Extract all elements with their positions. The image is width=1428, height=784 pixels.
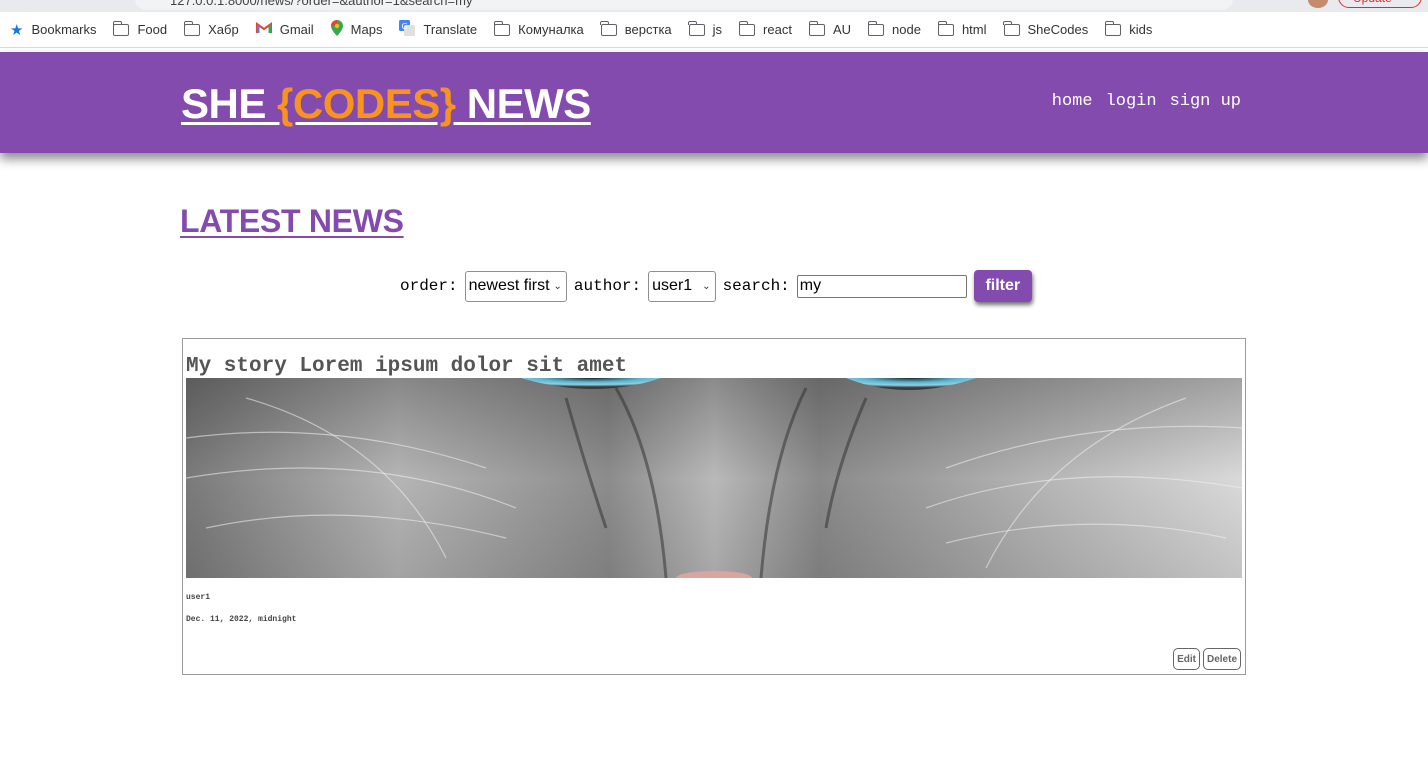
search-label: search: [722,277,790,295]
folder-icon [1003,20,1020,36]
update-button[interactable]: Update [1338,0,1422,8]
logo-text-news: NEWS [455,80,592,127]
news-card: My story Lorem ipsum dolor sit amet user… [182,338,1246,675]
bookmark-verstka[interactable]: верстка [600,20,672,37]
profile-avatar[interactable] [1308,0,1328,8]
site-header: SHE {CODES} NEWS home login sign up [0,52,1428,153]
search-input[interactable] [796,274,967,298]
folder-icon [867,20,885,36]
news-image [186,378,1242,578]
bookmark-maps[interactable]: Maps [330,20,382,39]
author-select-value: user1 [652,277,693,294]
folder-icon [113,20,130,36]
address-url[interactable]: 127.0.0.1:8000/news/?order=&author=1&sea… [170,0,472,8]
bookmark-node[interactable]: node [867,20,921,37]
svg-text:G: G [402,22,408,31]
order-select[interactable]: newest first ⌄ [464,270,567,302]
chevron-down-icon: ⌄ [553,280,562,292]
bookmark-au[interactable]: AU [808,20,851,37]
bookmark-bookmarks[interactable]: ★ Bookmarks [10,21,96,39]
star-icon: ★ [10,21,24,39]
filter-button[interactable]: filter [973,270,1032,302]
nav-signup-link[interactable]: sign up [1170,92,1241,111]
news-author: user1 [186,593,211,602]
order-label: order: [400,277,458,295]
folder-icon [600,20,617,36]
bookmark-shecodes[interactable]: SheCodes [1003,20,1088,37]
news-date: Dec. 11, 2022, midnight [186,615,297,624]
logo-text-codes: {CODES} [277,80,456,127]
maps-icon [330,20,343,39]
bookmarks-bar: ★ Bookmarks Food Хабр Gmail Maps G Transl… [0,12,1428,48]
folder-icon [688,20,705,36]
folder-icon [1104,20,1122,36]
folder-icon [738,20,756,36]
bookmark-translate[interactable]: G Translate [399,20,477,39]
bookmark-js[interactable]: js [688,20,722,37]
order-select-value: newest first [468,277,550,294]
card-actions: Edit Delete [1173,648,1241,670]
bookmark-react[interactable]: react [738,20,792,37]
bookmark-kids[interactable]: kids [1104,20,1152,37]
folder-icon [493,20,511,36]
folder-icon [183,20,201,36]
logo-text-she: SHE [181,80,278,127]
folder-icon [808,20,825,36]
bookmark-gmail[interactable]: Gmail [255,22,314,37]
bookmark-komunalka[interactable]: Комуналка [493,20,584,37]
main-nav: home login sign up [1052,92,1241,111]
filter-form: order: newest first ⌄ author: user1 ⌄ se… [400,270,1032,302]
bookmark-food[interactable]: Food [113,20,167,37]
author-select[interactable]: user1 ⌄ [648,270,716,302]
gmail-icon [255,22,272,37]
translate-icon: G [399,20,416,39]
chevron-down-icon: ⌄ [702,280,711,292]
site-logo[interactable]: SHE {CODES} NEWS [181,80,591,128]
author-label: author: [573,277,642,295]
edit-button[interactable]: Edit [1173,648,1200,670]
folder-icon [937,20,954,36]
bookmark-habr[interactable]: Хабр [183,20,239,37]
news-title[interactable]: My story Lorem ipsum dolor sit amet [186,355,627,378]
nav-home-link[interactable]: home [1052,92,1093,111]
nav-login-link[interactable]: login [1106,92,1157,111]
delete-button[interactable]: Delete [1202,648,1241,670]
bookmark-html[interactable]: html [937,20,987,37]
browser-toolbar: 127.0.0.1:8000/news/?order=&author=1&sea… [0,0,1428,12]
page-title[interactable]: LATEST NEWS [180,203,404,240]
